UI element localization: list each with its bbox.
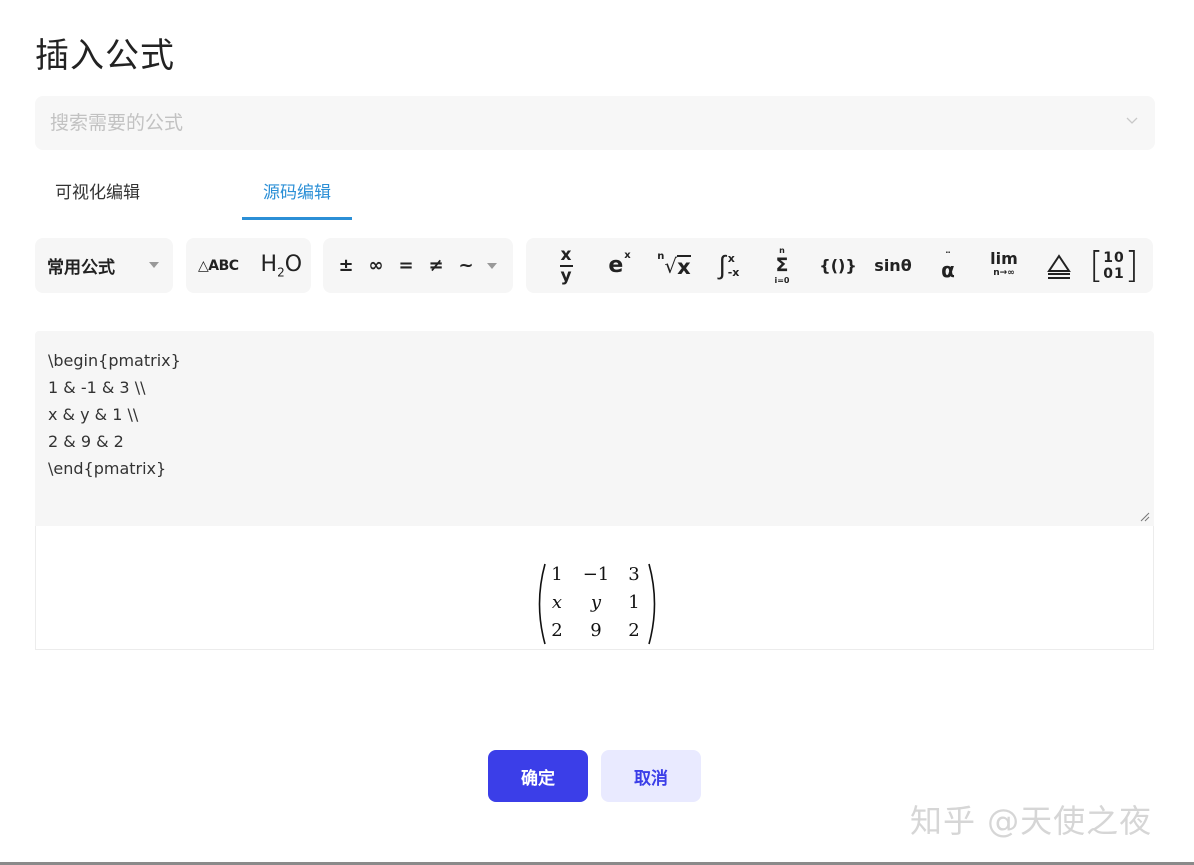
fraction-button[interactable]: x y — [554, 238, 578, 293]
matrix-cell: −1 — [582, 564, 610, 585]
formula-search-box[interactable] — [35, 96, 1155, 150]
code-line: \end{pmatrix} — [48, 459, 167, 478]
triangle-abc-button[interactable]: △ABC — [198, 258, 239, 274]
matrix-cell: x — [551, 592, 563, 613]
tilde-button[interactable]: ~ — [451, 255, 481, 276]
resize-grip-icon[interactable] — [1140, 512, 1150, 522]
matrix-cell: 9 — [590, 620, 602, 641]
matrix-cell: y — [590, 592, 602, 613]
symbols-group: ± ∞ = ≠ ~ — [323, 238, 513, 293]
code-line: x & y & 1 \\ — [48, 405, 139, 424]
common-formula-label: 常用公式 — [47, 258, 115, 278]
formula-search-input[interactable] — [50, 112, 1100, 134]
brackets-button[interactable]: {()} — [819, 238, 856, 293]
matrix-cell: 2 — [551, 620, 563, 641]
matrix-cell: 2 — [628, 620, 640, 641]
matrix-button[interactable]: [ 10 01 ] — [1089, 238, 1139, 293]
infinity-button[interactable]: ∞ — [361, 255, 391, 276]
watermark-text: 知乎 @天使之夜 — [910, 802, 1153, 840]
chemistry-h2o-button[interactable]: H2O — [261, 252, 303, 279]
cancel-button[interactable]: 取消 — [601, 750, 701, 802]
limit-button[interactable]: lim n→∞ — [986, 238, 1022, 293]
accent-button[interactable]: ¨ α — [936, 238, 960, 293]
matrix-cell: 1 — [551, 564, 563, 585]
nth-root-button[interactable]: n √ x — [654, 238, 694, 293]
insert-formula-dialog: 插入公式 可视化编辑 源码编辑 常用公式 △ABC H2O ± ∞ = ≠ ~ … — [0, 0, 1194, 865]
code-line: 1 & -1 & 3 \\ — [48, 378, 146, 397]
matrix-cell: 1 — [628, 592, 640, 613]
code-line: 2 & 9 & 2 — [48, 432, 124, 451]
matrix-cell: 3 — [628, 564, 640, 585]
plus-minus-button[interactable]: ± — [331, 255, 361, 276]
dialog-title: 插入公式 — [35, 36, 175, 76]
tab-visual-edit[interactable]: 可视化编辑 — [55, 168, 140, 220]
common-formula-dropdown[interactable]: 常用公式 — [35, 238, 173, 293]
editor-mode-tabs: 可视化编辑 源码编辑 — [35, 168, 635, 220]
summation-button[interactable]: n Σ i=0 — [768, 238, 796, 293]
integral-button[interactable]: ∫ x -x — [712, 238, 746, 293]
latex-source-editor[interactable]: \begin{pmatrix} 1 & -1 & 3 \\ x & y & 1 … — [35, 331, 1154, 526]
overset-triangle-icon — [1047, 253, 1071, 279]
exponent-button[interactable]: e x — [604, 238, 634, 293]
trig-function-button[interactable]: sinθ — [873, 238, 913, 293]
code-line: \begin{pmatrix} — [48, 351, 181, 370]
formula-preview: 1 −1 3 x y 1 2 9 2 — [35, 526, 1154, 650]
confirm-button[interactable]: 确定 — [488, 750, 588, 802]
chevron-down-icon[interactable] — [1125, 113, 1139, 127]
symbols-more-caret-icon[interactable] — [487, 262, 497, 269]
dropdown-caret-icon — [149, 262, 159, 268]
not-equal-button[interactable]: ≠ — [421, 255, 451, 276]
structures-group: x y e x n √ x ∫ x -x n Σ i=0 {()} sinθ ¨… — [526, 238, 1153, 293]
rendered-matrix: 1 −1 3 x y 1 2 9 2 — [533, 562, 661, 646]
equals-button[interactable]: = — [391, 255, 421, 276]
tab-source-edit[interactable]: 源码编辑 — [242, 168, 352, 220]
overset-triangle-button[interactable] — [1044, 238, 1074, 293]
text-group: △ABC H2O — [186, 238, 311, 293]
